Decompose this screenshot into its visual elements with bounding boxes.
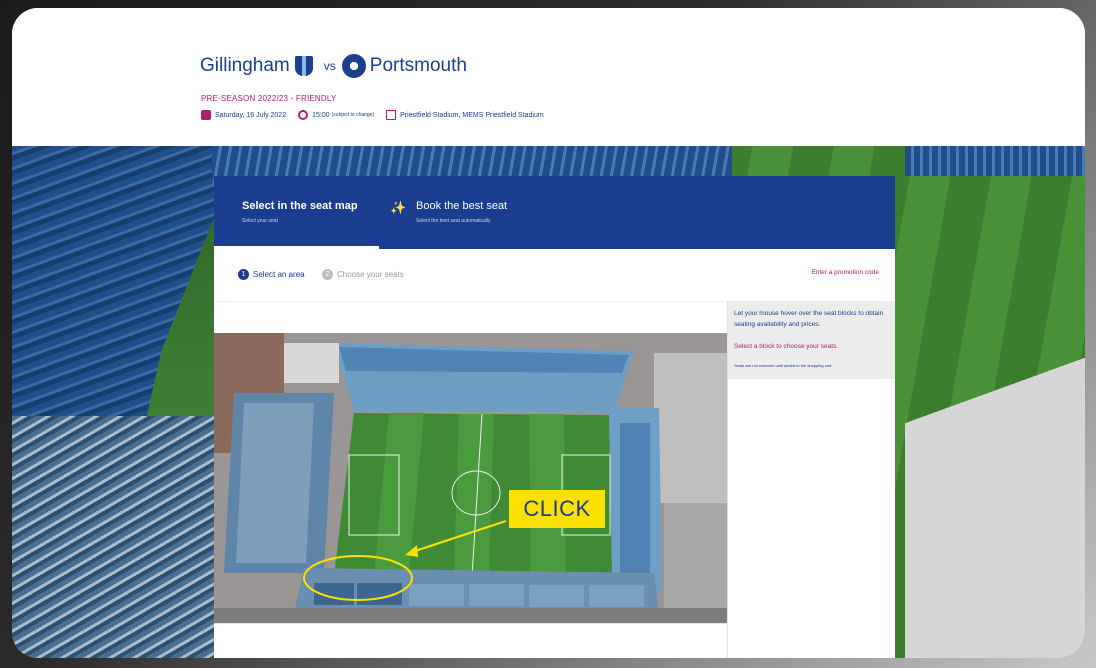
click-callout-label: CLICK xyxy=(509,490,605,528)
browser-viewport: Gillingham vs Portsmouth PRE-SEASON 2022… xyxy=(12,8,1085,658)
click-arrow-head xyxy=(405,545,418,557)
annotation-overlay xyxy=(303,520,507,601)
click-target-highlight xyxy=(303,555,413,601)
click-arrow xyxy=(408,520,507,554)
